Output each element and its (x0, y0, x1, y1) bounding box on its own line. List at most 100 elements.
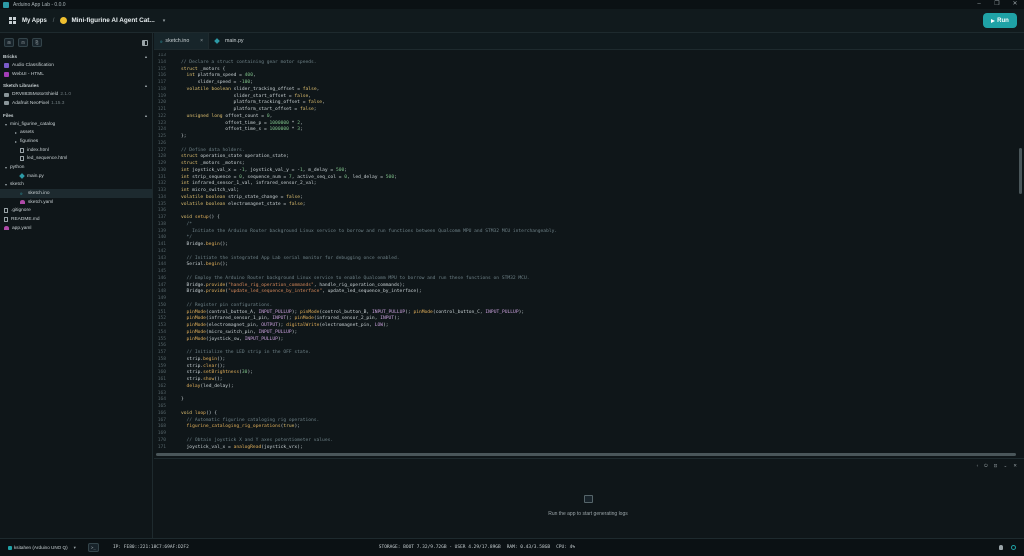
file-tree-item[interactable]: ▾ mini_figurine_catalog (0, 120, 152, 129)
line-number: 153 (157, 323, 166, 328)
line-number: 132 (157, 181, 166, 187)
console-expand-button[interactable]: ⊡ (994, 463, 998, 469)
line-text: Bridge.provide("update_led_sequence_by_i… (181, 289, 422, 295)
brick-item[interactable]: WebUI - HTML (0, 70, 152, 79)
line-text: int infrared_sensor_1_val, infrared_sens… (181, 181, 317, 187)
terminal-button[interactable]: >_ (87, 543, 99, 552)
file-tree-item[interactable]: ▾ sketch (0, 181, 152, 190)
line-number: 133 (157, 188, 166, 193)
apps-grid-icon[interactable] (9, 17, 16, 24)
line-text: platform_tracking_offset = false, (181, 100, 325, 106)
file-tree-item[interactable]: index.html (0, 146, 152, 155)
code-line: 135 volatile boolean electromagnet_state … (154, 202, 1024, 209)
horizontal-scrollbar[interactable] (156, 453, 1016, 456)
collapse-sidebar-icon[interactable] (142, 40, 148, 46)
run-button[interactable]: Run (983, 13, 1017, 28)
notifications-bell-icon[interactable] (999, 545, 1003, 550)
cpu-usage: CPU: 4% (556, 545, 576, 550)
bricks-section-header[interactable]: Bricks ▴ (0, 52, 152, 61)
library-item[interactable]: DRV8835MotorShield 2.1.0 (0, 90, 152, 99)
line-text: delay(led_delay); (186, 383, 234, 389)
app-name[interactable]: Mini-figurine AI Agent Cat... (71, 17, 154, 24)
yaml-file-icon (20, 200, 25, 205)
file-tree-item[interactable]: README.md (0, 215, 152, 224)
line-text: volatile boolean electromagnet_state = f… (181, 201, 306, 207)
line-number: 128 (157, 154, 166, 160)
line-number: 117 (157, 80, 166, 85)
line-number: 138 (157, 221, 166, 227)
line-text: int joystick_val_x = -1, joystick_val_y … (181, 167, 348, 173)
line-text: int platform_speed = 400, (186, 73, 256, 79)
file-tree-item[interactable]: ⊙ sketch.ino (0, 189, 152, 198)
console-back-button[interactable]: ‹ (977, 463, 979, 469)
ip-address: IP: FE80::221:18C7:69AF:D2F2 (112, 545, 189, 550)
code-area[interactable]: 113 114 // Declare a struct containing gea… (154, 53, 1024, 450)
line-number: 160 (157, 370, 166, 376)
console-close-button[interactable]: ✕ (1013, 463, 1017, 469)
line-number: 168 (157, 424, 166, 430)
code-line: 164} (154, 397, 1024, 404)
python-file-icon (214, 38, 220, 44)
brick-item[interactable]: Audio Classification (0, 61, 152, 70)
sidebar: ⊞ ⊟ ⎘ Bricks ▴ Audio Classification WebUI … (0, 33, 153, 538)
console-collapse-button[interactable]: ⌄ (1003, 463, 1007, 469)
brick-icon (4, 71, 9, 77)
file-tree-item[interactable]: ▾ python (0, 163, 152, 172)
close-tab-icon[interactable]: × (200, 38, 203, 44)
yaml-file-icon (4, 226, 9, 231)
line-number: 122 (157, 113, 166, 119)
file-tree-item[interactable]: ▸ figurines (0, 137, 152, 146)
file-tree-item[interactable]: ▸ assets (0, 128, 152, 137)
code-line: 139 Initiate the Arduino Router backgrou… (154, 229, 1024, 236)
file-icon (4, 217, 8, 223)
code-line: 159 strip.clear(); (154, 364, 1024, 371)
close-window-button[interactable]: ✕ (1006, 0, 1024, 9)
code-line: 125}; (154, 134, 1024, 141)
code-line: 150 // Register pin configurations. (154, 303, 1024, 310)
file-tree-item[interactable]: .gitignore (0, 207, 152, 216)
file-tree-label: sketch (10, 182, 24, 188)
line-number: 120 (157, 100, 166, 106)
line-text: offset_time_s = 1000000 * 3; (181, 127, 303, 133)
line-number: 149 (157, 296, 166, 301)
sketch-libraries-section-header[interactable]: Sketch Libraries ▴ (0, 81, 152, 90)
line-number: 113 (157, 53, 166, 58)
code-line: 115 struct _motors { (154, 67, 1024, 74)
file-tree-item[interactable]: led_sequence.html (0, 155, 152, 164)
line-text: // Employ the Arduino Router background … (181, 275, 530, 281)
add-library-button[interactable]: ⊟ (18, 38, 28, 47)
line-number: 148 (157, 289, 166, 295)
code-line: 114 // Declare a struct containing gear m… (154, 60, 1024, 67)
file-tree-item[interactable]: main.py (0, 172, 152, 181)
chevron-down-icon: ▾ (4, 165, 7, 171)
maximize-button[interactable]: ❐ (988, 0, 1006, 9)
code-line: 149 (154, 296, 1024, 303)
usb-plug-icon (8, 545, 12, 550)
code-line: 169 (154, 431, 1024, 438)
vertical-scrollbar[interactable] (1019, 148, 1022, 194)
library-item[interactable]: Adafruit NeoPixel 1.15.3 (0, 99, 152, 108)
line-text: volatile boolean slider_tracking_offset … (186, 86, 320, 92)
code-line: 120 platform_tracking_offset = false, (154, 100, 1024, 107)
tab-main-py[interactable]: main.py (209, 33, 250, 49)
code-line: 168 figurine_cataloging_rig_operations(t… (154, 424, 1024, 431)
file-tree-item[interactable]: app.yaml (0, 224, 152, 233)
app-menu-chevron-icon[interactable]: ▾ (163, 18, 166, 24)
board-selector[interactable]: ksitahen (Arduino UNO Q) ▾ (8, 545, 76, 551)
network-globe-icon[interactable] (1011, 545, 1016, 550)
files-section-header[interactable]: Files ▴ (0, 111, 152, 120)
line-number: 146 (157, 275, 166, 281)
tab-sketch-ino[interactable]: ⊙ sketch.ino × (154, 33, 209, 49)
line-number: 156 (157, 343, 166, 349)
chevron-down-icon: ▾ (4, 121, 7, 127)
add-brick-button[interactable]: ⊞ (4, 38, 14, 47)
file-tree-label: app.yaml (12, 225, 32, 231)
file-tree-item[interactable]: sketch.yaml (0, 198, 152, 207)
file-icon (20, 156, 24, 162)
add-file-button[interactable]: ⎘ (32, 38, 42, 47)
library-label: DRV8835MotorShield (12, 92, 59, 98)
minimize-button[interactable]: – (970, 0, 988, 9)
console-power-button[interactable]: ⏻ (984, 463, 988, 469)
my-apps-link[interactable]: My Apps (22, 18, 47, 24)
line-number: 129 (157, 161, 166, 166)
